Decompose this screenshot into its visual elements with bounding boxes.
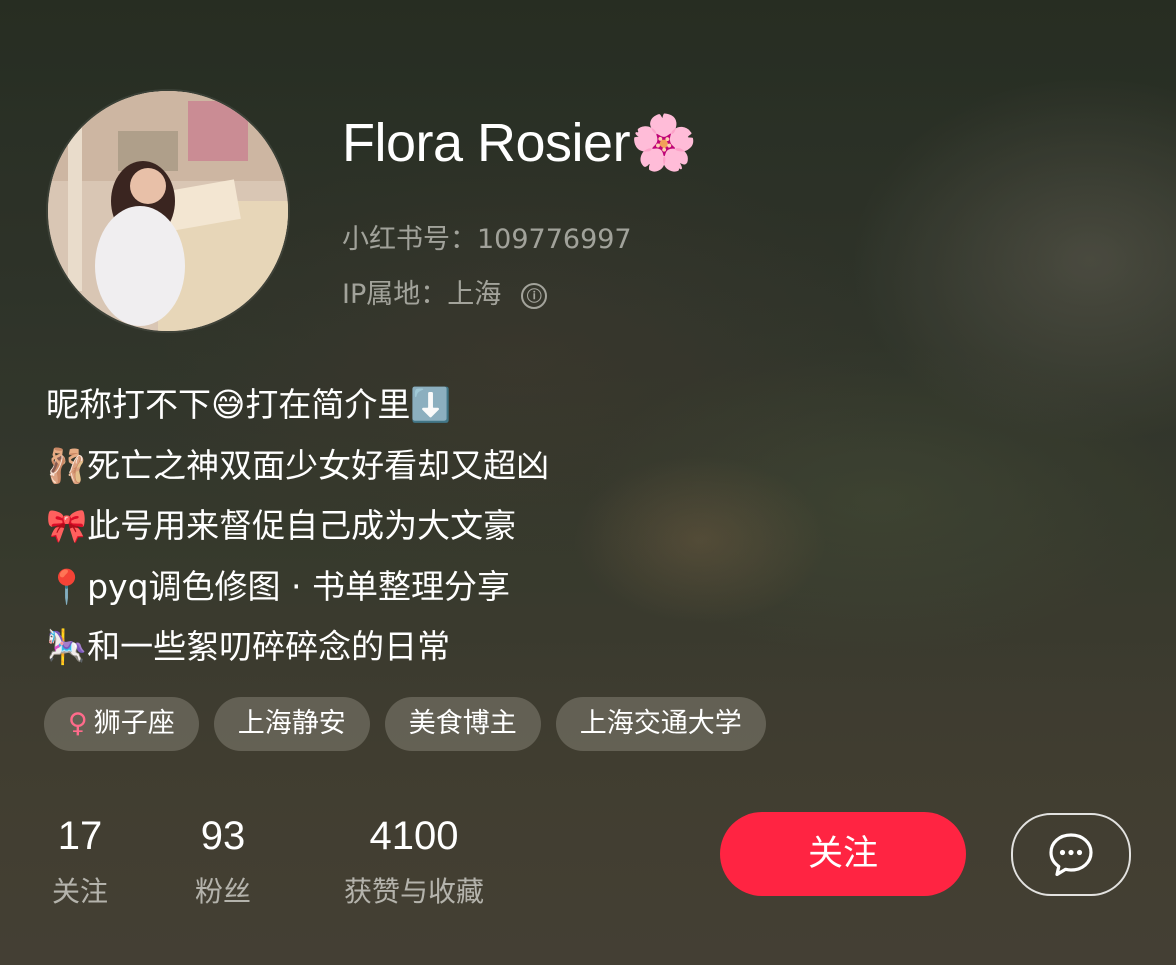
bio: 昵称打不下😅打在简介里⬇️ 🩰死亡之神双面少女好看却又超凶 🎀此号用来督促自己成… [46,375,549,678]
bio-line: 📍pyq调色修图 · 书单整理分享 [46,566,510,606]
tag-occupation[interactable]: 美食博主 [384,697,541,751]
bio-line: 🩰死亡之神双面少女好看却又超凶 [46,445,550,485]
tag-zodiac[interactable]: ♀ 狮子座 [44,697,199,751]
follow-button[interactable]: 关注 [720,812,966,896]
user-id: 小红书号：109776997 [342,224,632,255]
ip-location: IP属地：上海 [342,279,502,310]
bio-line: 🎀此号用来督促自己成为大文豪 [46,506,517,545]
profile-header: Flora Rosier🌸 小红书号：109776997 IP属地：上海 ⓘ 昵称… [0,0,1176,965]
tag-label: 狮子座 [93,708,175,739]
tag-list: ♀ 狮子座 上海静安 美食博主 上海交通大学 [44,697,766,751]
tag-label: 上海静安 [237,708,346,739]
ip-location-row: IP属地：上海 ⓘ [342,272,548,311]
stat-label: 粉丝 [194,875,251,908]
stat-label: 获赞与收藏 [343,875,484,908]
stat-value: 17 [57,814,103,858]
stat-value: 93 [200,814,246,858]
tag-location[interactable]: 上海静安 [213,697,370,751]
avatar-image [48,91,288,331]
info-icon[interactable]: ⓘ [521,283,548,309]
stat-following[interactable]: 17 关注 [48,812,112,910]
username: Flora Rosier🌸 [342,113,697,173]
stats-row: 17 关注 93 粉丝 4100 获赞与收藏 [48,812,495,910]
stat-followers[interactable]: 93 粉丝 [190,812,256,910]
avatar[interactable] [48,91,288,331]
message-button[interactable] [1011,813,1131,896]
female-icon: ♀ [68,708,88,739]
tag-label: 上海交通大学 [579,708,742,739]
stat-value: 4100 [369,814,459,858]
tag-school[interactable]: 上海交通大学 [555,697,766,751]
stat-likes-collects[interactable]: 4100 获赞与收藏 [333,812,495,910]
stat-label: 关注 [51,875,108,908]
chat-bubble-icon [1049,832,1093,876]
bio-line: 昵称打不下😅打在简介里⬇️ [46,385,452,424]
tag-label: 美食博主 [408,708,517,739]
bio-line: 🎠和一些絮叨碎碎念的日常 [46,627,451,666]
